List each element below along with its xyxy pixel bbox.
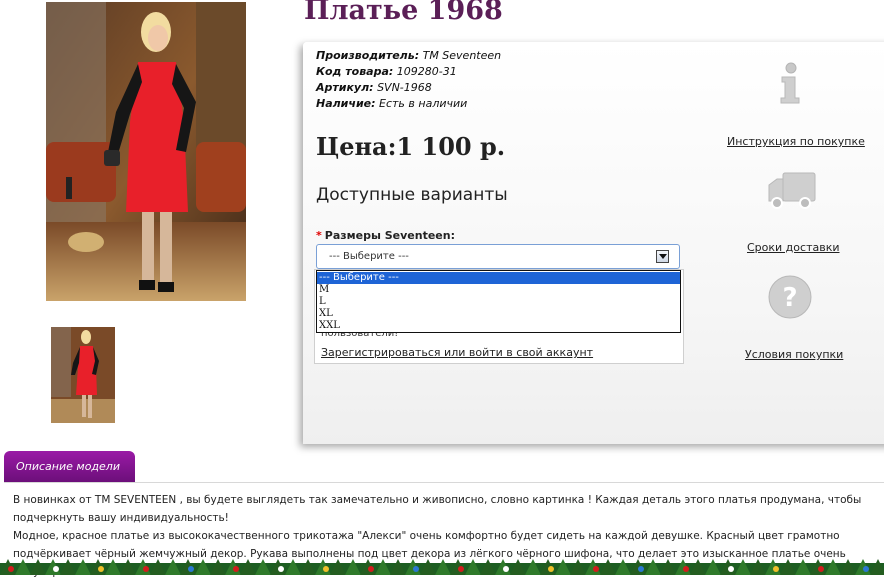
size-option[interactable]: XL bbox=[317, 308, 680, 320]
delivery-terms-link[interactable]: Сроки доставки bbox=[747, 241, 840, 254]
size-option[interactable]: L bbox=[317, 296, 680, 308]
garland-decoration bbox=[0, 559, 884, 575]
register-login-link[interactable]: Зарегистрироваться или войти в свой акка… bbox=[321, 346, 593, 359]
svg-text:?: ? bbox=[782, 283, 797, 313]
tab-description[interactable]: Описание модели bbox=[4, 451, 135, 482]
size-select-value: --- Выберите --- bbox=[329, 251, 409, 262]
required-mark: * bbox=[316, 229, 322, 242]
dress-photo-graphic bbox=[46, 2, 246, 301]
page-title: Платье 1968 bbox=[304, 0, 503, 26]
meta-availability: Наличие: Есть в наличии bbox=[316, 97, 468, 110]
size-dropdown-list: --- Выберите --- M L XL XXL bbox=[316, 270, 681, 333]
size-option[interactable]: --- Выберите --- bbox=[317, 272, 680, 284]
description-paragraph: В новинках от TM SEVENTEEN , вы будете в… bbox=[13, 494, 862, 524]
product-main-image[interactable] bbox=[46, 2, 246, 301]
meta-product-code: Код товара: 109280-31 bbox=[316, 65, 457, 78]
size-option[interactable]: XXL bbox=[317, 320, 680, 332]
purchase-conditions-link[interactable]: Условия покупки bbox=[745, 348, 843, 361]
dress-thumbnail-graphic bbox=[51, 327, 115, 423]
chevron-down-icon[interactable] bbox=[656, 250, 669, 263]
tab-description-label: Описание модели bbox=[16, 460, 120, 473]
meta-manufacturer: Производитель: TM Seventeen bbox=[316, 49, 502, 62]
size-option[interactable]: M bbox=[317, 284, 680, 296]
question-icon[interactable]: ? bbox=[767, 274, 813, 320]
product-thumbnail[interactable] bbox=[51, 327, 115, 423]
purchase-instruction-link[interactable]: Инструкция по покупке bbox=[727, 135, 865, 148]
divider bbox=[4, 482, 884, 483]
size-label: * Размеры Seventeen: bbox=[316, 229, 455, 242]
size-select[interactable]: --- Выберите --- bbox=[316, 244, 680, 269]
info-icon[interactable] bbox=[777, 62, 803, 104]
price: Цена:1 100 р. bbox=[316, 132, 506, 161]
variants-heading: Доступные варианты bbox=[316, 185, 508, 205]
truck-icon[interactable] bbox=[767, 171, 817, 211]
meta-article: Артикул: SVN-1968 bbox=[316, 81, 432, 94]
